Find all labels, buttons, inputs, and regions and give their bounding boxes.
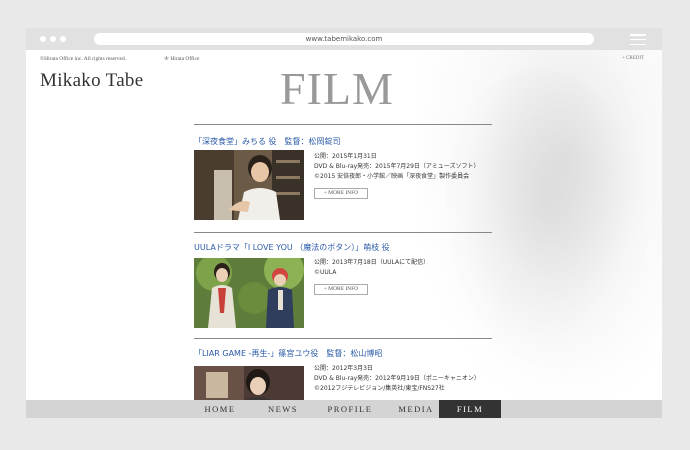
film-info: 公開：2013年7月18日（UULAにて配信） ©UULA	[314, 258, 429, 278]
window-controls	[40, 36, 66, 42]
more-info-button[interactable]: + MORE INFO	[314, 284, 368, 295]
nav-item-film[interactable]: FILM	[439, 400, 501, 418]
film-info-line: ©2015 安倍夜郎・小学館／映画「深夜食堂」製作委員会	[314, 173, 470, 180]
film-thumbnail-image[interactable]	[194, 258, 304, 328]
bottom-navigation: HOME NEWS PROFILE MEDIA FILM	[26, 400, 662, 418]
divider	[194, 338, 492, 339]
address-bar[interactable]: www.tabemikako.com	[94, 33, 594, 45]
film-info-line: DVD & Blu-ray発売：2012年9月19日（ポニーキャニオン）	[314, 375, 480, 382]
nav-item-media[interactable]: MEDIA	[388, 400, 444, 418]
page-content: ©Hirata Office inc. All rights reserved.…	[26, 50, 662, 400]
hamburger-menu-icon[interactable]	[630, 34, 646, 45]
film-thumbnail-image[interactable]	[194, 150, 304, 220]
browser-chrome: www.tabemikako.com	[26, 28, 662, 50]
nav-item-profile[interactable]: PROFILE	[316, 400, 384, 418]
film-info-line: 公開：2015年1月31日	[314, 153, 377, 160]
film-info-line: ©UULA	[314, 269, 337, 276]
film-info-line: DVD & Blu-ray発売：2015年7月29日（アミューズソフト）	[314, 163, 480, 170]
window-dot-icon[interactable]	[60, 36, 66, 42]
window-dot-icon[interactable]	[40, 36, 46, 42]
film-title-link[interactable]: UULAドラマ「I LOVE YOU （魔法のボタン）」萌枝 役	[194, 242, 390, 253]
film-title-link[interactable]: 「深夜食堂」みちる 役 監督：松岡錠司	[194, 136, 341, 147]
film-info-line: 公開：2012年3月3日	[314, 365, 373, 372]
copyright-text: ©Hirata Office inc. All rights reserved.	[40, 56, 127, 62]
film-thumbnail-image[interactable]	[194, 366, 304, 400]
divider	[194, 232, 492, 233]
film-info: 公開：2015年1月31日 DVD & Blu-ray発売：2015年7月29日…	[314, 152, 479, 182]
film-info: 公開：2012年3月3日 DVD & Blu-ray発売：2012年9月19日（…	[314, 364, 480, 394]
site-brand-logo[interactable]: Mikako Tabe	[40, 70, 143, 92]
office-logo-text: Hirata Office	[170, 56, 200, 62]
divider	[194, 124, 492, 125]
background-portrait-image	[416, 50, 662, 400]
nav-item-news[interactable]: NEWS	[258, 400, 308, 418]
window-dot-icon[interactable]	[50, 36, 56, 42]
film-title-link[interactable]: 「LIAR GAME -再生-」篠宮ユウ役 監督：松山博昭	[194, 348, 382, 359]
nav-item-home[interactable]: HOME	[194, 400, 246, 418]
more-info-button[interactable]: + MORE INFO	[314, 188, 368, 199]
film-info-line: 公開：2013年7月18日（UULAにて配信）	[314, 259, 430, 266]
credit-link[interactable]: + CREDIT	[622, 56, 644, 61]
browser-window: www.tabemikako.com ©Hirata Office inc. A…	[26, 28, 662, 418]
film-info-line: ©2012フジテレビジョン/集英社/東宝/FNS27社	[314, 385, 445, 392]
office-logo: ♔ Hirata Office	[164, 56, 199, 62]
page-title: FILM	[280, 63, 394, 114]
